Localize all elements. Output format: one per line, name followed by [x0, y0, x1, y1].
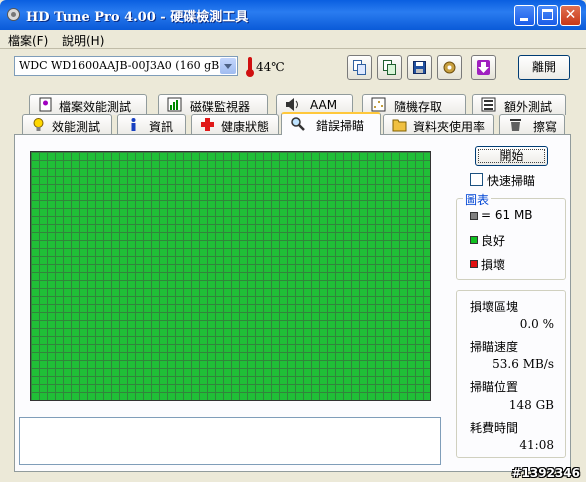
tab-info[interactable]: 資訊 — [117, 114, 186, 135]
minimize-icon — [520, 18, 528, 21]
exit-button[interactable]: 離開 — [518, 55, 570, 80]
download-button[interactable] — [471, 55, 496, 80]
chevron-down-icon[interactable] — [220, 58, 236, 74]
maximize-button[interactable] — [537, 5, 558, 26]
close-button[interactable]: ✕ — [560, 5, 581, 26]
stat-scan-speed-value: 53.6 MB/s — [492, 357, 554, 371]
stat-damaged-blocks-label: 損壞區塊 — [470, 300, 519, 314]
bulb-icon — [33, 118, 44, 131]
maximize-icon — [542, 9, 553, 20]
options-button[interactable] — [437, 55, 462, 80]
menu-bar: 檔案(F) 說明(H) — [0, 30, 586, 49]
quick-scan-label: 快速掃瞄 — [487, 174, 536, 188]
scan-block-grid — [30, 151, 431, 401]
tab-error-scan[interactable]: 錯誤掃瞄 — [281, 112, 381, 135]
temperature-value: 44℃ — [256, 60, 285, 74]
folder-icon — [392, 119, 407, 132]
copy-info-button[interactable] — [347, 55, 372, 80]
watermark: #1392346 — [511, 466, 580, 480]
save-button[interactable] — [407, 55, 432, 80]
disk-monitor-icon — [167, 97, 182, 112]
legend-swatch-block-size — [470, 212, 478, 220]
drive-select[interactable]: WDC WD1600AAJB-00J3A0 (160 gB) — [14, 56, 238, 76]
stat-scan-speed-label: 掃瞄速度 — [470, 340, 519, 354]
menu-file[interactable]: 檔案(F) — [8, 32, 48, 49]
health-cross-icon — [201, 118, 214, 131]
start-button[interactable]: 開始 — [475, 146, 548, 166]
copy-all-icon — [383, 60, 396, 75]
tab-benchmark[interactable]: 效能測試 — [22, 114, 112, 135]
close-icon: ✕ — [564, 7, 577, 23]
legend-good: 良好 — [481, 234, 506, 248]
floppy-disk-icon — [413, 61, 426, 74]
tab-file-benchmark[interactable]: 檔案效能測試 — [29, 94, 147, 115]
drive-select-value: WDC WD1600AAJB-00J3A0 (160 gB) — [19, 59, 224, 72]
download-arrow-icon — [477, 60, 490, 75]
app-disk-icon — [7, 8, 20, 21]
info-icon — [131, 118, 136, 131]
minimize-button[interactable] — [514, 5, 535, 26]
legend-swatch-bad — [470, 260, 478, 268]
legend-swatch-good — [470, 236, 478, 244]
tab-extra-tests[interactable]: 額外測試 — [472, 94, 566, 115]
copy-icon — [353, 60, 366, 75]
tab-health[interactable]: 健康狀態 — [191, 114, 279, 135]
legend-block-size: = 61 MB — [481, 208, 533, 222]
stat-damaged-blocks-value: 0.0 % — [519, 317, 554, 331]
wrench-icon — [443, 61, 456, 74]
window-title: HD Tune Pro 4.00 - 硬碟檢測工具 — [26, 10, 249, 25]
speaker-icon — [286, 98, 298, 111]
menu-help[interactable]: 說明(H) — [62, 32, 104, 49]
log-output-box[interactable] — [19, 417, 441, 465]
trash-icon — [510, 119, 521, 131]
tab-disk-monitor[interactable]: 磁碟監視器 — [158, 94, 268, 115]
file-benchmark-icon — [39, 97, 52, 112]
stat-elapsed-time-label: 耗費時間 — [470, 421, 519, 435]
thermometer-icon — [246, 57, 254, 77]
legend-title: 圖表 — [463, 191, 492, 208]
random-access-icon — [371, 97, 386, 112]
extra-tests-icon — [481, 97, 496, 112]
app-window: HD Tune Pro 4.00 - 硬碟檢測工具 ✕ 檔案(F) 說明(H) … — [0, 0, 586, 482]
tab-folder-usage[interactable]: 資料夾使用率 — [383, 114, 494, 135]
stat-scan-position-value: 148 GB — [508, 398, 554, 412]
quick-scan-checkbox[interactable] — [470, 173, 483, 186]
magnifier-icon — [291, 117, 305, 131]
title-bar[interactable]: HD Tune Pro 4.00 - 硬碟檢測工具 ✕ — [0, 0, 586, 30]
stat-scan-position-label: 掃瞄位置 — [470, 380, 519, 394]
stat-elapsed-time-value: 41:08 — [519, 438, 554, 452]
copy-all-button[interactable] — [377, 55, 402, 80]
tab-erase[interactable]: 擦寫 — [499, 114, 565, 135]
legend-bad: 損壞 — [481, 258, 506, 272]
